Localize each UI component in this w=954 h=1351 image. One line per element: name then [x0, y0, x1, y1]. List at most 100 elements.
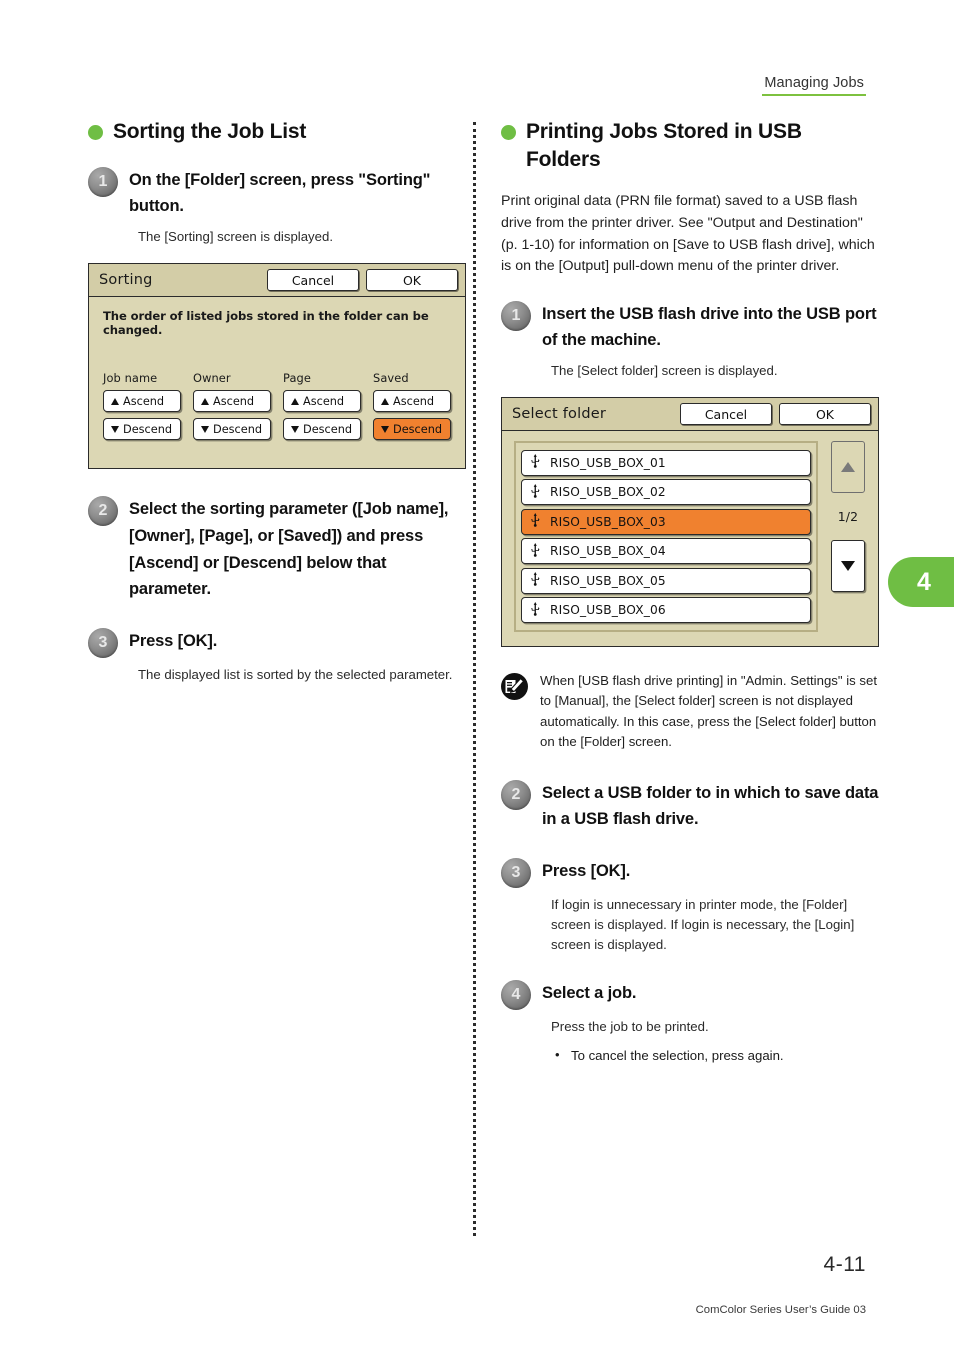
- step-body: If login is unnecessary in printer mode,…: [551, 897, 855, 953]
- sorting-title-bar: Sorting Cancel OK: [89, 264, 465, 298]
- step-title: Select a job.: [542, 984, 637, 1003]
- folder-item-label: RISO_USB_BOX_05: [550, 573, 666, 588]
- sort-column-label: Job name: [103, 371, 158, 386]
- step-title: Insert the USB flash drive into the USB …: [542, 304, 877, 350]
- descend-label: Descend: [303, 422, 353, 436]
- triangle-down-icon: [381, 425, 389, 433]
- right-step-4: 4 Select a job. Press the job to be prin…: [501, 979, 879, 1066]
- sorting-screen-mockup: Sorting Cancel OK The order of listed jo…: [88, 263, 466, 470]
- descend-button-owner[interactable]: Descend: [193, 418, 271, 441]
- triangle-up-icon: [291, 397, 299, 405]
- green-bullet-icon: [88, 125, 103, 140]
- right-heading-text: Printing Jobs Stored in USB Folders: [526, 120, 802, 171]
- sort-column-job-name: Job name Ascend Descend: [103, 371, 181, 446]
- sort-column-page: Page Ascend Descend: [283, 371, 361, 446]
- usb-icon: [530, 513, 541, 530]
- running-header: Managing Jobs: [762, 74, 866, 96]
- page-number: 4-11: [823, 1253, 866, 1276]
- folder-list-item-selected[interactable]: RISO_USB_BOX_03: [521, 508, 811, 535]
- select-folder-title-bar: Select folder Cancel OK: [502, 398, 878, 432]
- triangle-down-icon: [291, 425, 299, 433]
- descend-button-job-name[interactable]: Descend: [103, 418, 181, 441]
- ascend-button-job-name[interactable]: Ascend: [103, 390, 181, 413]
- step-bullet-list: To cancel the selection, press again.: [551, 1045, 879, 1066]
- descend-label: Descend: [213, 422, 263, 436]
- page-indicator: 1/2: [837, 509, 859, 525]
- right-step-3: 3 Press [OK]. If login is unnecessary in…: [501, 857, 879, 955]
- sort-column-label: Page: [283, 371, 311, 386]
- triangle-up-icon: [841, 462, 855, 473]
- running-head-text: Managing Jobs: [762, 75, 866, 96]
- folder-list: RISO_USB_BOX_01 RISO_USB_BOX_02 RISO_USB…: [514, 441, 818, 632]
- folder-list-item[interactable]: RISO_USB_BOX_06: [521, 597, 811, 624]
- right-section-heading: Printing Jobs Stored in USB Folders: [501, 118, 879, 173]
- bullet-item: To cancel the selection, press again.: [551, 1045, 879, 1066]
- step-body: The [Sorting] screen is displayed.: [138, 229, 333, 245]
- folder-list-item[interactable]: RISO_USB_BOX_02: [521, 479, 811, 506]
- column-divider: [473, 122, 476, 1236]
- scroll-down-button[interactable]: [831, 540, 865, 593]
- folder-item-label: RISO_USB_BOX_02: [550, 485, 666, 500]
- sorting-ok-button[interactable]: OK: [366, 269, 458, 292]
- triangle-up-icon: [201, 397, 209, 405]
- folder-item-label: RISO_USB_BOX_01: [550, 455, 666, 470]
- sorting-panel-body: The order of listed jobs stored in the f…: [89, 297, 465, 468]
- sorting-description: The order of listed jobs stored in the f…: [103, 309, 429, 338]
- triangle-down-icon: [841, 561, 855, 572]
- ascend-button-saved[interactable]: Ascend: [373, 390, 451, 413]
- step-number-badge: 1: [88, 166, 118, 197]
- left-section-heading: Sorting the Job List: [88, 118, 466, 146]
- triangle-up-icon: [381, 397, 389, 405]
- step-title: Press [OK].: [129, 632, 218, 651]
- chapter-tab-number: 4: [917, 567, 931, 596]
- step-number-badge: 2: [501, 779, 531, 810]
- descend-label: Descend: [393, 422, 443, 436]
- step-number-badge: 3: [88, 628, 118, 659]
- triangle-down-icon: [201, 425, 209, 433]
- left-step-3: 3 Press [OK]. The displayed list is sort…: [88, 627, 466, 685]
- folder-list-scroll-controls: 1/2: [830, 441, 866, 632]
- sorting-cancel-button[interactable]: Cancel: [267, 269, 359, 292]
- sorting-panel-title: Sorting: [99, 272, 153, 289]
- left-step-2: 2 Select the sorting parameter ([Job nam…: [88, 495, 466, 603]
- descend-button-saved[interactable]: Descend: [373, 418, 451, 441]
- triangle-down-icon: [111, 425, 119, 433]
- usb-icon: [530, 483, 541, 501]
- usb-icon: [530, 572, 541, 589]
- folder-item-label: RISO_USB_BOX_04: [550, 544, 666, 559]
- green-bullet-icon: [501, 125, 516, 140]
- step-number-badge: 1: [501, 300, 531, 331]
- note-pencil-icon: [501, 672, 528, 700]
- ascend-button-page[interactable]: Ascend: [283, 390, 361, 413]
- step-number-badge: 3: [501, 858, 531, 888]
- sort-column-owner: Owner Ascend Descend: [193, 371, 271, 446]
- select-folder-body: RISO_USB_BOX_01 RISO_USB_BOX_02 RISO_USB…: [502, 431, 878, 646]
- descend-label: Descend: [123, 422, 173, 436]
- select-folder-cancel-button[interactable]: Cancel: [680, 403, 772, 426]
- left-column: Sorting the Job List 1 On the [Folder] s…: [88, 118, 466, 685]
- folder-list-item[interactable]: RISO_USB_BOX_01: [521, 449, 811, 476]
- folder-list-item[interactable]: RISO_USB_BOX_04: [521, 538, 811, 565]
- usb-icon: [530, 542, 541, 560]
- triangle-up-icon: [111, 397, 119, 405]
- note-text: When [USB flash drive printing] in "Admi…: [540, 672, 877, 750]
- ascend-label: Ascend: [303, 394, 345, 408]
- left-step-1: 1 On the [Folder] screen, press "Sorting…: [88, 166, 466, 248]
- guide-name: ComColor Series User’s Guide 03: [695, 1304, 866, 1316]
- select-folder-ok-button[interactable]: OK: [779, 403, 871, 426]
- step-title: Press [OK].: [542, 862, 631, 880]
- folder-item-label: RISO_USB_BOX_06: [550, 603, 666, 618]
- descend-button-page[interactable]: Descend: [283, 418, 361, 441]
- usb-icon: [530, 454, 541, 471]
- ascend-button-owner[interactable]: Ascend: [193, 390, 271, 413]
- sorting-parameter-grid: Job name Ascend Descend Owner Ascend Des…: [103, 371, 451, 446]
- step-number-badge: 4: [501, 980, 531, 1011]
- sort-column-label: Owner: [193, 371, 231, 386]
- right-step-1: 1 Insert the USB flash drive into the US…: [501, 300, 879, 382]
- folder-list-item[interactable]: RISO_USB_BOX_05: [521, 567, 811, 594]
- usb-icon: [530, 601, 541, 619]
- scroll-up-button[interactable]: [831, 441, 865, 494]
- note-callout: When [USB flash drive printing] in "Admi…: [501, 671, 879, 753]
- select-folder-panel-title: Select folder: [512, 406, 607, 423]
- select-folder-screen-mockup: Select folder Cancel OK RISO_USB_BOX_01 …: [501, 397, 879, 647]
